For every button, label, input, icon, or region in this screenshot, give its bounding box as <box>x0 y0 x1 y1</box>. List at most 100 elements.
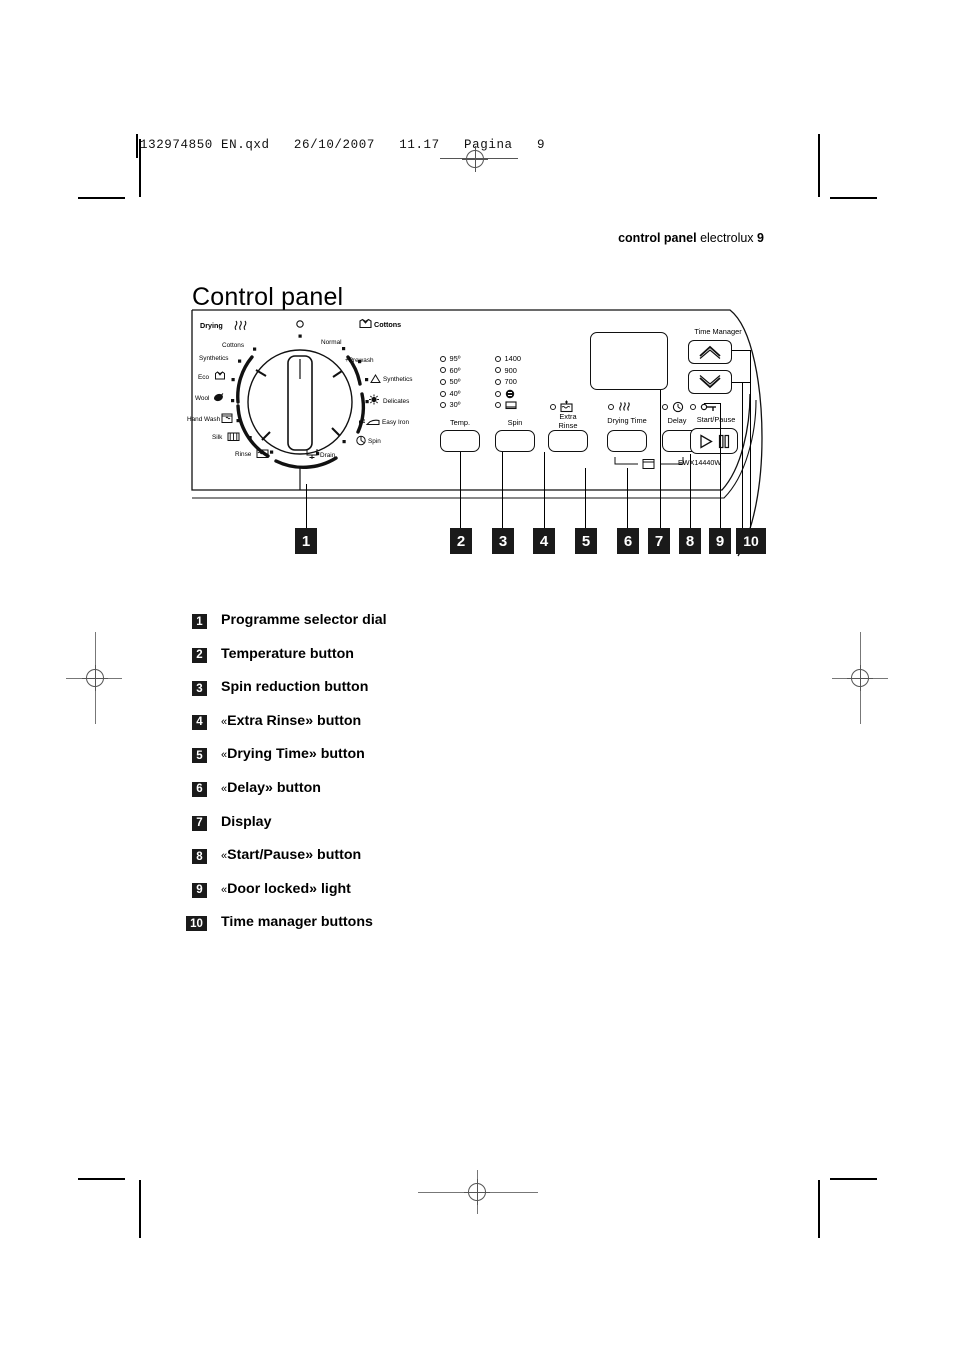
spin-option[interactable]: 900 <box>495 365 521 377</box>
drying-time-option[interactable] <box>608 401 631 413</box>
legend-label: Display <box>221 814 271 832</box>
spin-option[interactable] <box>495 388 521 400</box>
dial-label-silk: Silk <box>212 434 223 441</box>
start-pause-label: Start/Pause <box>696 415 736 424</box>
leader-line-2 <box>460 452 461 536</box>
callout-number-3: 3 <box>492 528 514 554</box>
temperature-option[interactable]: 50º <box>440 376 460 388</box>
callout-number-9: 9 <box>709 528 731 554</box>
leader-line-10-b <box>742 382 743 536</box>
temperature-button[interactable] <box>440 430 480 452</box>
model-number: EWX14440W <box>678 458 722 467</box>
drying-icon <box>234 320 247 331</box>
clock-icon <box>672 401 683 412</box>
indicator-led <box>690 403 696 410</box>
legend-quote-close: » button <box>264 779 321 796</box>
legend-quote-close: » button <box>308 746 365 763</box>
legend-number: 10 <box>186 916 207 932</box>
drying-icon <box>618 401 630 411</box>
legend-label: Time manager buttons <box>221 914 373 932</box>
start-pause-button[interactable] <box>690 428 738 454</box>
legend-list: 1 Programme selector dial 2 Temperature … <box>186 612 622 948</box>
silk-icon <box>227 432 240 441</box>
temperature-option-label: 30º <box>449 400 461 410</box>
dial-label-easy-iron: Easy Iron <box>382 419 409 426</box>
rinse-hold-icon <box>504 401 517 410</box>
delay-option[interactable] <box>662 401 684 413</box>
extra-rinse-button[interactable] <box>548 430 588 452</box>
running-head-brand: electrolux <box>700 231 754 245</box>
callout-number-8: 8 <box>679 528 701 554</box>
legend-item: 6 «Delay» button <box>192 780 622 799</box>
drying-time-button[interactable] <box>607 430 647 452</box>
indicator-led <box>440 367 446 374</box>
leader-line-6 <box>627 468 628 536</box>
indicator-led <box>440 378 446 385</box>
dial-label-prewash: +Prewash <box>345 357 374 364</box>
legend-text: Drying Time <box>227 746 309 763</box>
indicator-led <box>662 403 668 410</box>
trim-rule-left-bottom <box>139 1180 141 1238</box>
crop-mark-bottom-right <box>830 1178 877 1180</box>
temperature-option[interactable]: 40º <box>440 388 460 400</box>
indicator-led <box>440 390 446 397</box>
spin-option-label: 700 <box>504 377 517 387</box>
dial-label-cottons: Cottons <box>222 342 245 349</box>
running-head-section: control panel <box>618 231 697 245</box>
indicator-led <box>495 367 501 374</box>
legend-text: Spin reduction button <box>221 679 369 696</box>
leader-line-3 <box>502 452 503 536</box>
callout-number-10: 10 <box>736 528 766 554</box>
time-manager-label: Time Manager <box>694 327 742 336</box>
delicates-icon <box>369 394 379 405</box>
spin-option[interactable]: 700 <box>495 376 521 388</box>
temperature-option[interactable]: 60º <box>440 365 460 377</box>
time-manager-down-button[interactable] <box>688 370 732 394</box>
programme-selector-dial[interactable]: Drying Cottons Cottons Synthetics Eco Wo… <box>187 314 436 492</box>
dial-label-normal: Normal <box>321 339 342 346</box>
temperature-option-label: 60º <box>449 365 461 375</box>
dial-label-synthetics-left: Synthetics <box>199 355 229 362</box>
spin-reduction-button[interactable] <box>495 430 535 452</box>
leader-line-5 <box>585 468 586 536</box>
callout-number-7: 7 <box>648 528 670 554</box>
extra-rinse-option[interactable] <box>550 400 573 413</box>
leader-line-8 <box>690 454 691 536</box>
registration-mark-right <box>847 665 873 691</box>
indicator-led <box>495 390 501 397</box>
wool-icon <box>214 393 224 402</box>
time-manager-up-button[interactable] <box>688 340 732 364</box>
legend-text: Temperature button <box>221 645 354 662</box>
spin-option[interactable]: 1400 <box>495 353 521 365</box>
legend-label: «Start/Pause» button <box>221 847 361 865</box>
registration-mark-left <box>82 665 108 691</box>
leader-line-10-h-up <box>732 350 751 351</box>
spin-icon <box>356 435 366 446</box>
drain-icon <box>306 449 318 459</box>
legend-number: 1 <box>192 614 207 629</box>
chevron-up-icon <box>699 345 721 359</box>
spin-option[interactable] <box>495 399 521 411</box>
legend-label: «Extra Rinse» button <box>221 713 361 731</box>
temperature-option[interactable]: 30º <box>440 399 460 411</box>
leader-line-7 <box>660 390 661 536</box>
legend-item: 8 «Start/Pause» button <box>192 847 622 866</box>
legend-item: 5 «Drying Time» button <box>192 746 622 765</box>
leader-line-9-h <box>704 403 721 404</box>
spin-option-label: 1400 <box>504 354 521 364</box>
dial-label-drain: Drain <box>320 452 336 459</box>
crop-mark-bottom-left <box>78 1178 125 1180</box>
legend-item: 9 «Door locked» light <box>192 881 622 900</box>
dial-label-rinse: Rinse <box>235 451 252 458</box>
temperature-option[interactable]: 95º <box>440 353 460 365</box>
legend-item: 7 Display <box>192 814 622 833</box>
temperature-button-label: Temp. <box>449 418 471 427</box>
legend-number: 4 <box>192 714 207 730</box>
legend-item: 4 «Extra Rinse» button <box>192 713 622 732</box>
indicator-led <box>550 403 556 410</box>
file-header-rule <box>136 134 138 158</box>
option-group-bracket-icon <box>614 457 684 469</box>
extra-rinse-label-line2: Rinse <box>558 421 578 430</box>
indicator-led <box>495 355 501 362</box>
dial-group-drying-label: Drying <box>200 321 223 330</box>
